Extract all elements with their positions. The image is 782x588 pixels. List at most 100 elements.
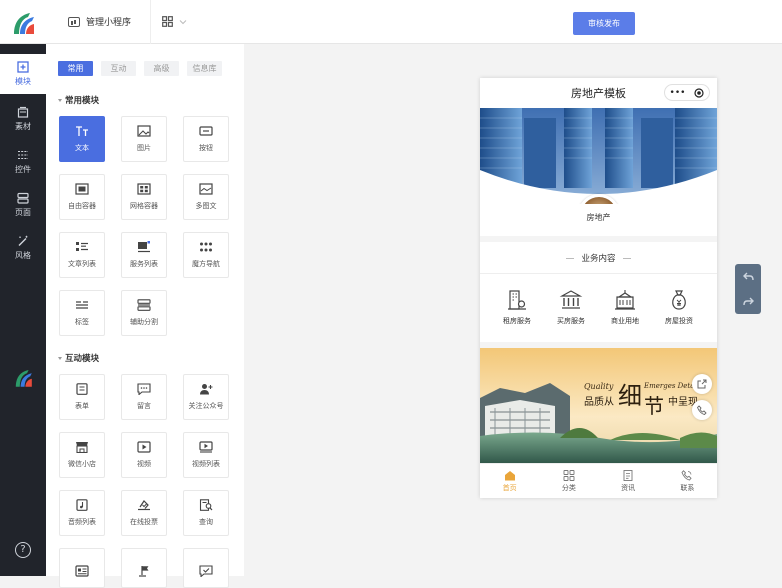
divider-icon (137, 299, 151, 311)
tab-common[interactable]: 常用 (58, 61, 93, 76)
bank-icon (559, 290, 583, 309)
share-button[interactable] (692, 374, 712, 394)
tag-icon (76, 301, 88, 309)
section-title: 常用模块 (65, 96, 100, 106)
module-label: 自由容器 (68, 202, 96, 210)
app-logo-icon[interactable] (8, 8, 38, 38)
left-sidebar: 模块 素材 控件 页面 风格 ? (0, 44, 46, 576)
section-interactive-header[interactable]: 互动模块 (58, 352, 99, 364)
close-target-icon[interactable] (694, 87, 705, 98)
module-label: 音频列表 (68, 518, 96, 526)
money-bag-icon (672, 290, 686, 310)
undo-redo-control (735, 264, 761, 314)
multi-image-icon (199, 183, 213, 195)
module-query[interactable]: 查询 (183, 490, 229, 536)
tab-news[interactable]: 资讯 (599, 464, 658, 498)
government-building-icon (615, 290, 635, 310)
sidebar-item-pages[interactable]: 页面 (0, 185, 46, 225)
publish-button[interactable]: 审核发布 (573, 12, 635, 35)
redo-button[interactable] (735, 289, 761, 314)
chart-icon (68, 16, 80, 27)
module-tag[interactable]: 标签 (59, 290, 105, 336)
divider (480, 273, 717, 274)
miniprogram-capsule[interactable]: ••• (664, 84, 710, 101)
sidebar-item-style[interactable]: 风格 (0, 228, 46, 268)
app-switcher[interactable] (162, 16, 187, 27)
module-label: 查询 (199, 518, 213, 526)
service-rental[interactable]: 租房服务 (492, 288, 542, 326)
section-common-header[interactable]: 常用模块 (58, 94, 99, 106)
module-video-list[interactable]: 视频列表 (183, 432, 229, 478)
module-label: 辅助分割 (130, 318, 158, 326)
sidebar-item-controls[interactable]: 控件 (0, 142, 46, 182)
divider (150, 0, 151, 44)
phone-icon (697, 405, 707, 415)
service-label: 租房服务 (503, 317, 531, 325)
module-button[interactable]: 按钮 (183, 116, 229, 162)
card-icon (75, 565, 89, 577)
module-image[interactable]: 图片 (121, 116, 167, 162)
sidebar-item-materials[interactable]: 素材 (0, 99, 46, 139)
manage-label: 管理小程序 (86, 18, 132, 28)
phone-preview: 房地产模板 ••• 房地产 业务内容 租房服务 买房服务 商业用地 房屋投资 Q… (480, 78, 717, 498)
tab-category[interactable]: 分类 (539, 464, 598, 498)
module-service-list[interactable]: 服务列表 (121, 232, 167, 278)
controls-icon (18, 150, 28, 160)
module-article-list[interactable]: 文章列表 (59, 232, 105, 278)
module-label: 表单 (75, 402, 89, 410)
module-label: 按钮 (199, 144, 213, 152)
message-icon (137, 383, 151, 395)
magic-wand-icon (18, 235, 28, 246)
article-list-icon (76, 242, 88, 251)
more-icon[interactable]: ••• (670, 88, 686, 98)
module-item[interactable] (121, 548, 167, 588)
sidebar-item-modules[interactable]: 模块 (0, 54, 46, 94)
module-label: 网格容器 (130, 202, 158, 210)
shop-icon (76, 442, 88, 453)
module-text[interactable]: 文本 (59, 116, 105, 162)
module-wechat-shop[interactable]: 微信小店 (59, 432, 105, 478)
manage-miniprogram-link[interactable]: 管理小程序 (68, 15, 131, 28)
check-message-icon (199, 565, 213, 577)
tab-home[interactable]: 首页 (480, 464, 539, 498)
module-free-container[interactable]: 自由容器 (59, 174, 105, 220)
module-divider[interactable]: 辅助分割 (121, 290, 167, 336)
service-label: 买房服务 (557, 317, 585, 325)
building-key-icon (508, 290, 526, 310)
service-buy[interactable]: 买房服务 (546, 288, 596, 326)
video-list-icon (199, 441, 213, 453)
business-title: 业务内容 (480, 252, 717, 264)
module-item[interactable] (183, 548, 229, 588)
module-audio-list[interactable]: 音频列表 (59, 490, 105, 536)
module-online-vote[interactable]: 在线投票 (121, 490, 167, 536)
tab-contact[interactable]: 联系 (658, 464, 717, 498)
promo-banner[interactable]: Quality Emerges Deta 品质从 细 节 中呈现 (480, 348, 717, 463)
module-cube-nav[interactable]: 魔方导航 (183, 232, 229, 278)
service-investment[interactable]: 房屋投资 (654, 288, 704, 326)
module-item[interactable] (59, 548, 105, 588)
module-label: 图片 (137, 144, 151, 152)
material-icon (17, 106, 29, 118)
news-icon (623, 469, 633, 481)
tab-interactive[interactable]: 互动 (101, 61, 136, 76)
chevron-down-icon (179, 19, 187, 24)
grid-icon (162, 16, 173, 27)
module-multi-image-text[interactable]: 多图文 (183, 174, 229, 220)
service-commercial-land[interactable]: 商业用地 (600, 288, 650, 326)
module-video[interactable]: 视频 (121, 432, 167, 478)
undo-button[interactable] (735, 264, 761, 289)
add-user-icon (200, 384, 213, 395)
tab-info-library[interactable]: 信息库 (187, 61, 222, 76)
module-form[interactable]: 表单 (59, 374, 105, 420)
form-icon (76, 383, 88, 395)
module-follow-account[interactable]: 关注公众号 (183, 374, 229, 420)
container-icon (75, 183, 89, 195)
help-icon[interactable]: ? (15, 542, 31, 558)
module-grid-container[interactable]: 网格容器 (121, 174, 167, 220)
call-button[interactable] (692, 400, 712, 420)
module-message[interactable]: 留言 (121, 374, 167, 420)
promo-emerges: Emerges Deta (644, 382, 695, 390)
image-icon (137, 125, 151, 137)
tab-advanced[interactable]: 高级 (144, 61, 179, 76)
sidebar-item-label: 风格 (15, 251, 31, 260)
